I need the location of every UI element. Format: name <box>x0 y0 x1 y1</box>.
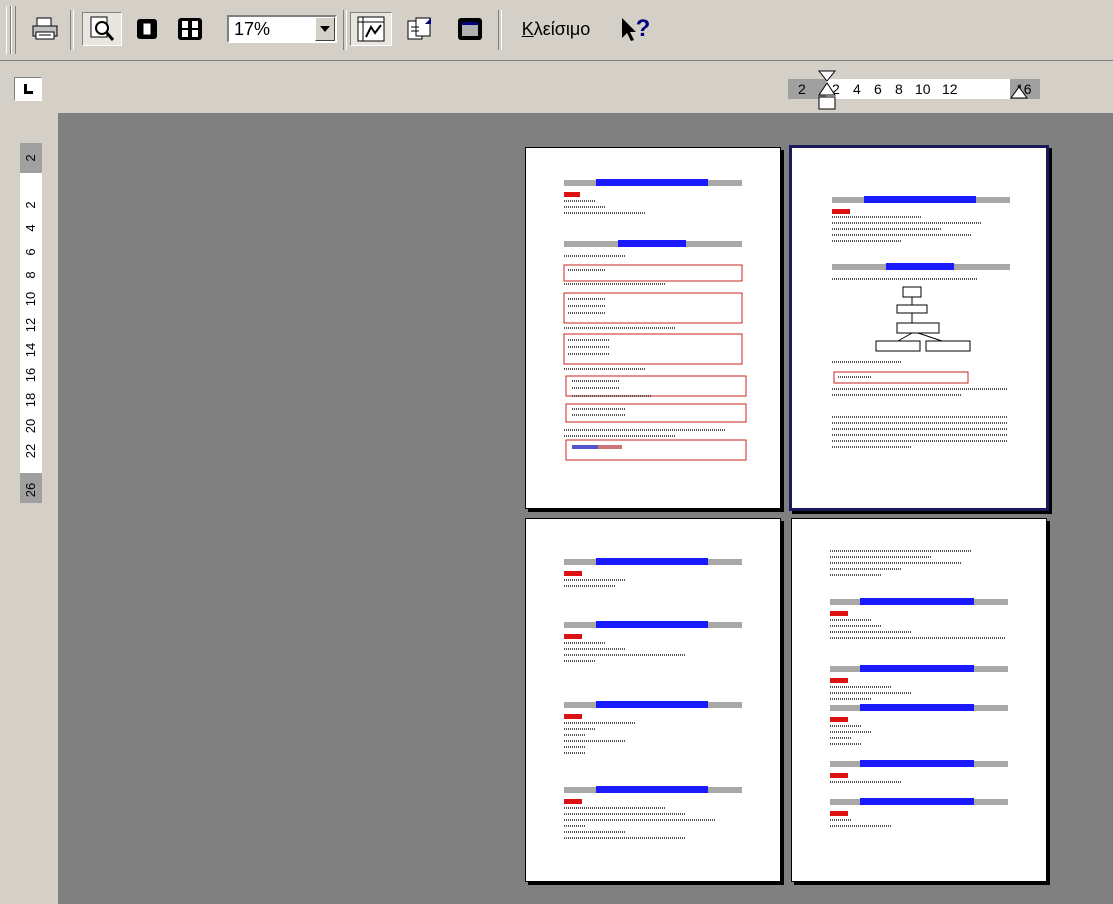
vertical-ruler-strip: 2 2 4 6 8 10 12 14 16 18 20 22 26 <box>0 113 58 904</box>
ruler-tick-label: 12 <box>942 81 958 97</box>
ruler-tick-label: 4 <box>23 224 38 232</box>
print-button[interactable] <box>26 12 64 46</box>
toolbar-separator <box>498 10 502 50</box>
ruler-tick-label: 16 <box>23 367 38 383</box>
preview-workspace[interactable] <box>58 113 1113 904</box>
one-page-button[interactable] <box>130 12 164 46</box>
ruler-tick-label: 6 <box>23 248 38 256</box>
page-content-4 <box>830 550 1008 827</box>
ruler-tick-label: 12 <box>23 317 38 333</box>
ruler-tick-label: 20 <box>23 418 38 434</box>
close-preview-button[interactable]: Κλείσιμο <box>508 12 604 46</box>
indent-marker[interactable] <box>817 69 837 111</box>
page-content-1 <box>563 179 747 461</box>
toolbar-grip-2[interactable] <box>11 6 16 54</box>
ruler-tick-label: 6 <box>874 81 882 97</box>
ruler-tick-label: 22 <box>23 443 38 459</box>
ruler-tick-label: 2 <box>23 201 38 209</box>
close-label-accesskey: Κ <box>521 18 534 39</box>
shrink-to-fit-button[interactable] <box>400 12 440 46</box>
shrink-to-fit-icon <box>407 17 431 40</box>
ruler-tick-label: 26 <box>23 482 38 498</box>
toolbar-separator <box>343 10 347 50</box>
chevron-down-icon <box>320 26 330 32</box>
ruler-tick-label: 2 <box>23 154 38 162</box>
ruler-tick-label: 2 <box>798 81 806 97</box>
ruler-tick-label: 10 <box>23 291 38 307</box>
ruler-tick-label: 18 <box>23 392 38 408</box>
print-preview-toolbar: 17% Κλείσιμο ? <box>0 0 1113 61</box>
ruler-tick-label: 8 <box>895 81 903 97</box>
zoom-dropdown-button[interactable] <box>315 17 335 41</box>
close-label: λείσιμο <box>533 18 591 39</box>
help-question-mark: ? <box>635 15 651 42</box>
full-screen-icon <box>458 18 482 40</box>
page-content-3 <box>564 558 742 839</box>
view-ruler-button[interactable] <box>350 12 392 46</box>
printer-icon <box>32 17 58 40</box>
tab-selector-button[interactable] <box>14 77 42 101</box>
page-thumbnail-2[interactable] <box>789 145 1049 511</box>
ruler-tick-label: 8 <box>23 271 38 279</box>
horizontal-ruler-strip: 2 2 4 6 8 10 12 16 <box>0 61 1113 113</box>
ruler-icon <box>357 16 385 42</box>
page-thumbnail-4[interactable] <box>791 518 1047 882</box>
one-page-icon <box>137 19 157 39</box>
context-help-button[interactable]: ? <box>610 12 660 46</box>
left-tab-icon <box>24 84 33 94</box>
multiple-pages-button[interactable] <box>172 12 208 46</box>
right-indent-marker[interactable] <box>1010 85 1028 99</box>
toolbar-separator <box>70 10 74 50</box>
ruler-tick-label: 14 <box>23 342 38 358</box>
vertical-ruler[interactable]: 2 2 4 6 8 10 12 14 16 18 20 22 26 <box>20 143 42 503</box>
zoom-value: 17% <box>234 19 271 39</box>
page-thumbnail-1[interactable] <box>525 147 781 509</box>
magnifier-icon <box>90 16 115 41</box>
multiple-pages-icon <box>178 18 202 40</box>
magnifier-button[interactable] <box>82 12 122 46</box>
full-screen-button[interactable] <box>452 12 488 46</box>
ruler-tick-label: 10 <box>915 81 931 97</box>
ruler-tick-label: 4 <box>853 81 861 97</box>
page-thumbnail-3[interactable] <box>525 518 781 882</box>
zoom-combobox[interactable]: 17% <box>227 15 337 43</box>
page-content-2 <box>832 196 1010 448</box>
